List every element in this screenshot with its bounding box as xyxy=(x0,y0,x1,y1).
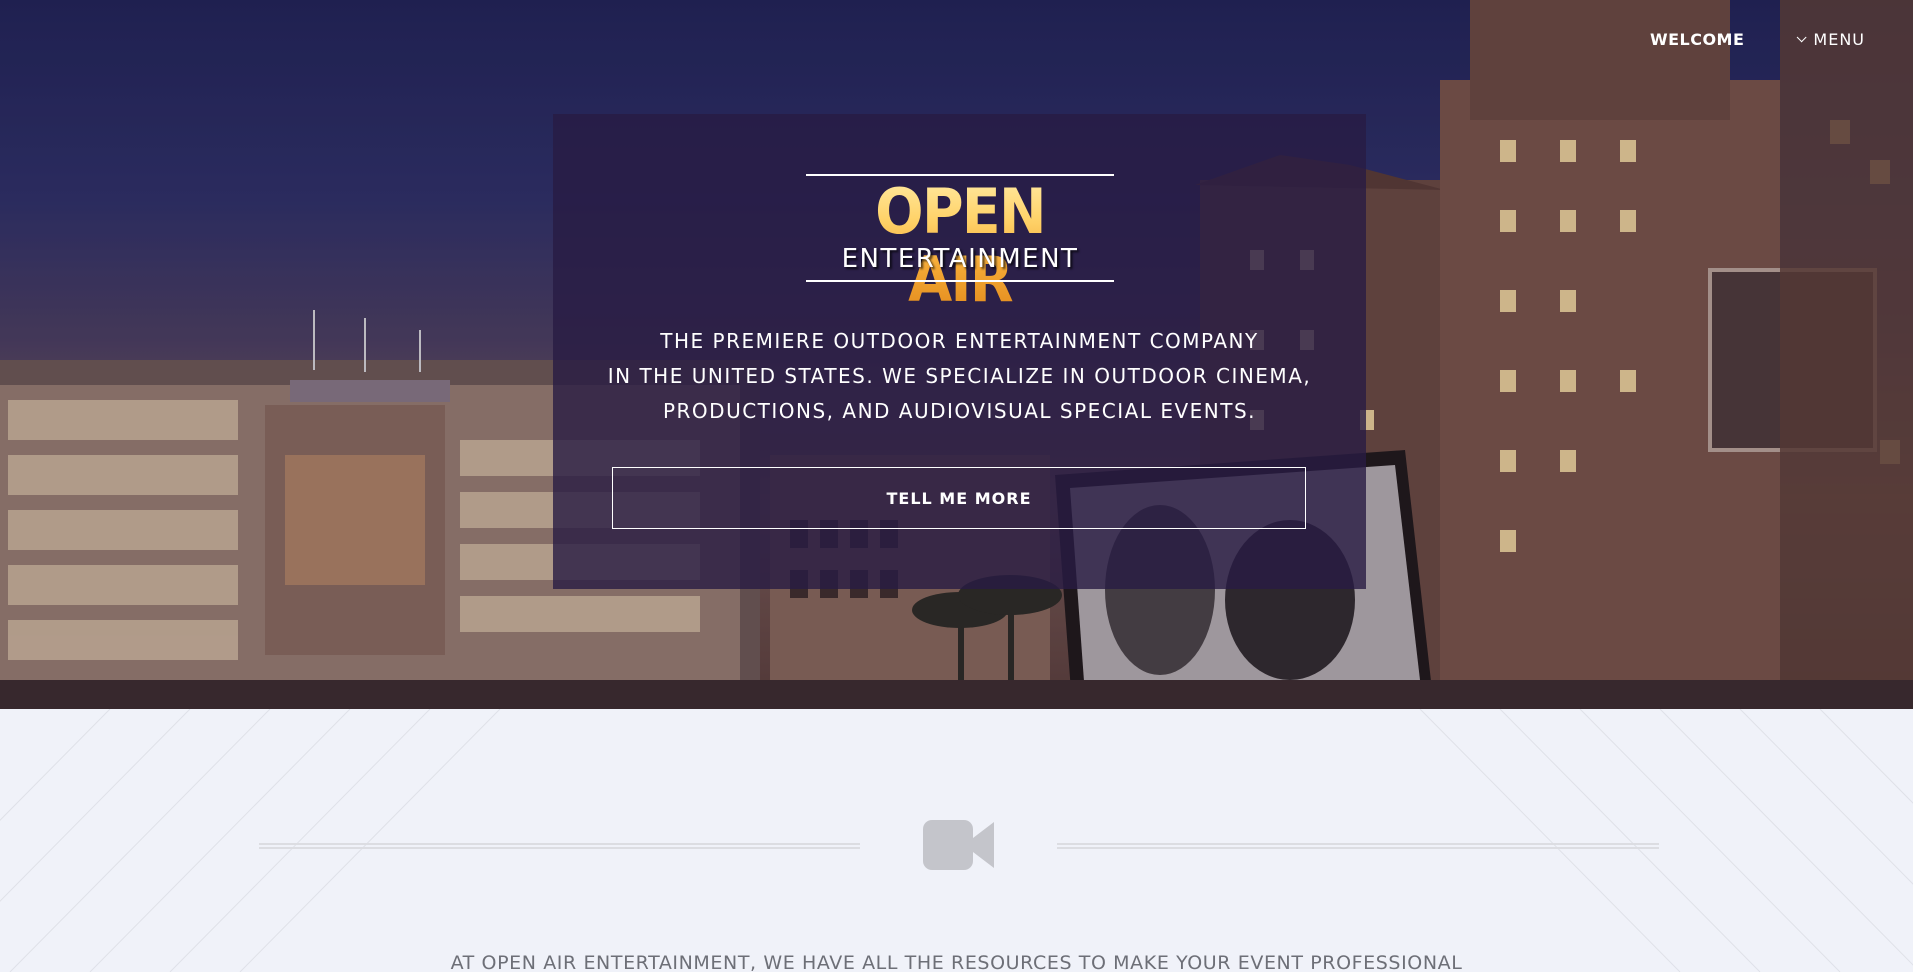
nav-menu-label: MENU xyxy=(1813,30,1865,49)
tagline-line: PRODUCTIONS, AND AUDIOVISUAL SPECIAL EVE… xyxy=(662,399,1257,423)
hero-tagline: THE PREMIERE OUTDOOR ENTERTAINMENT COMPA… xyxy=(553,324,1366,429)
nav-menu-toggle[interactable]: MENU xyxy=(1796,30,1865,49)
divider-left xyxy=(259,843,860,849)
logo-sub-text: ENTERTAINMENT xyxy=(841,244,1079,274)
company-logo: OPEN AIR ENTERTAINMENT xyxy=(806,174,1114,314)
section-intro-text: AT OPEN AIR ENTERTAINMENT, WE HAVE ALL T… xyxy=(450,952,1463,972)
tagline-line: THE PREMIERE OUTDOOR ENTERTAINMENT COMPA… xyxy=(660,329,1259,353)
chevron-down-icon xyxy=(1797,32,1807,43)
divider-right xyxy=(1057,843,1659,849)
tagline-line: IN THE UNITED STATES. WE SPECIALIZE IN O… xyxy=(607,364,1312,388)
hero-card: OPEN AIR ENTERTAINMENT THE PREMIERE OUTD… xyxy=(553,114,1366,589)
video-camera-icon xyxy=(923,820,994,870)
top-navigation: WELCOME MENU xyxy=(1650,30,1865,49)
nav-welcome-link[interactable]: WELCOME xyxy=(1650,30,1744,49)
hero-banner: WELCOME MENU OPEN AIR ENTERTAINMENT THE … xyxy=(0,0,1913,709)
logo-rule-bottom xyxy=(806,280,1114,282)
tell-me-more-button[interactable]: TELL ME MORE xyxy=(612,467,1306,529)
